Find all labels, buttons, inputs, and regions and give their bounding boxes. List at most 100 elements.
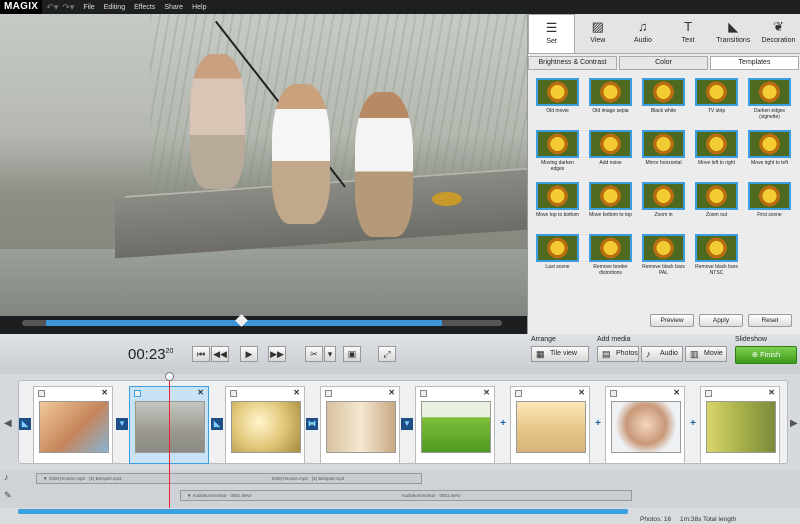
close-icon[interactable]: ✕: [388, 388, 395, 397]
template-item[interactable]: Darken edges (vignette): [746, 78, 793, 130]
clip-checkbox[interactable]: [705, 390, 712, 397]
clip-checkbox[interactable]: [610, 390, 617, 397]
clip-checkbox[interactable]: [38, 390, 45, 397]
close-icon[interactable]: ✕: [768, 388, 775, 397]
snapshot-icon[interactable]: ▣: [343, 346, 361, 362]
play-button[interactable]: ▶: [240, 346, 258, 362]
timecode-frames: 20: [165, 348, 174, 355]
template-item[interactable]: Old image sepia: [587, 78, 634, 130]
template-item[interactable]: Move bottom to top: [587, 182, 634, 234]
template-item[interactable]: Move right to left: [746, 130, 793, 182]
storyboard-clip[interactable]: ✕: [33, 386, 113, 464]
template-label: Move left to right: [698, 160, 735, 166]
rewind-button[interactable]: ◀◀: [211, 346, 229, 362]
clip-checkbox[interactable]: [230, 390, 237, 397]
template-label: Mirror horizontal: [645, 160, 682, 166]
storyboard-clip[interactable]: ✕: [415, 386, 495, 464]
storyboard-clip[interactable]: ✕: [605, 386, 685, 464]
undo-icon[interactable]: ↶▾: [46, 2, 58, 13]
subtab-templates[interactable]: Templates: [710, 56, 799, 70]
fullscreen-icon[interactable]: ⤢: [378, 346, 396, 362]
audio-clip-commentary-label-2: Audiokommentar · 0001.WAV: [401, 493, 461, 498]
transition-icon[interactable]: ▼: [401, 418, 413, 430]
menu-share[interactable]: Share: [164, 4, 183, 11]
add-movie-button[interactable]: ▥ Movie: [685, 346, 727, 362]
apply-button[interactable]: Apply: [699, 314, 743, 327]
timeline-scrollbar[interactable]: [18, 509, 628, 514]
menu-effects[interactable]: Effects: [134, 4, 155, 11]
add-audio-button[interactable]: ♪ Audio: [641, 346, 683, 362]
transition-icon[interactable]: ⧓: [306, 418, 318, 430]
audio-clip-commentary[interactable]: ▼ Audiokommentar · 0001.WAV Audiokommenta…: [180, 490, 632, 501]
subtab-brightness-contrast[interactable]: Brightness & Contrast: [528, 56, 617, 70]
audio-clip-music[interactable]: ▼ SOE(Hmovie.mp3 · (€) Beispiel.mp3 SOE(H…: [36, 473, 422, 484]
menu-file[interactable]: File: [83, 4, 94, 11]
transition-icon[interactable]: ◣: [19, 418, 31, 430]
redo-icon[interactable]: ↷▾: [62, 2, 74, 13]
add-transition-icon[interactable]: +: [592, 418, 604, 430]
template-item[interactable]: Last scene: [534, 234, 581, 286]
close-icon[interactable]: ✕: [483, 388, 490, 397]
scroll-right-icon[interactable]: ▶: [790, 418, 798, 429]
clip-checkbox[interactable]: [515, 390, 522, 397]
close-icon[interactable]: ✕: [101, 388, 108, 397]
template-item[interactable]: First scene: [746, 182, 793, 234]
template-item[interactable]: Remove black bars NTSC: [693, 234, 740, 286]
finish-button[interactable]: ⊕ Finish: [735, 346, 797, 364]
fast-forward-button[interactable]: ▶▶: [268, 346, 286, 362]
timecode-main: 00:23: [128, 346, 166, 363]
template-item[interactable]: Add noise: [587, 130, 634, 182]
template-thumbnail: [642, 182, 685, 210]
template-item[interactable]: Black white: [640, 78, 687, 130]
menu-help[interactable]: Help: [192, 4, 206, 11]
add-transition-icon[interactable]: +: [687, 418, 699, 430]
tab-decoration[interactable]: ❦ Decoration: [756, 14, 800, 53]
storyboard-clip[interactable]: ✕: [320, 386, 400, 464]
close-icon[interactable]: ✕: [578, 388, 585, 397]
tab-transitions[interactable]: ◣ Transitions: [711, 14, 756, 53]
playhead-line[interactable]: [169, 374, 170, 514]
playhead-handle[interactable]: [165, 372, 174, 381]
template-item[interactable]: Old movie: [534, 78, 581, 130]
photos-icon: ▤: [602, 349, 611, 359]
add-transition-icon[interactable]: +: [497, 418, 509, 430]
video-preview[interactable]: [0, 14, 527, 316]
subtab-color[interactable]: Color: [619, 56, 708, 70]
close-icon[interactable]: ✕: [293, 388, 300, 397]
add-photos-button[interactable]: ▤ Photos: [597, 346, 639, 362]
scroll-left-icon[interactable]: ◀: [4, 418, 12, 429]
close-icon[interactable]: ✕: [197, 388, 204, 397]
storyboard-clip[interactable]: ✕: [700, 386, 780, 464]
tile-view-button[interactable]: ▦ Tile view: [531, 346, 589, 362]
template-item[interactable]: Moving darken edges: [534, 130, 581, 182]
tab-view[interactable]: ▨ View: [575, 14, 620, 53]
reset-button[interactable]: Reset: [748, 314, 792, 327]
template-item[interactable]: TV strip: [693, 78, 740, 130]
cut-scissors-icon[interactable]: ✂: [305, 346, 323, 362]
transition-icon[interactable]: ◣: [211, 418, 223, 430]
template-label: Remove border distortions: [593, 264, 628, 276]
template-item[interactable]: Mirror horizontal: [640, 130, 687, 182]
skip-start-button[interactable]: ⏮: [192, 346, 210, 362]
clip-checkbox[interactable]: [420, 390, 427, 397]
preview-button[interactable]: Preview: [650, 314, 694, 327]
menu-editing[interactable]: Editing: [104, 4, 125, 11]
clip-checkbox[interactable]: [325, 390, 332, 397]
tab-audio[interactable]: ♫ Audio: [620, 14, 665, 53]
template-item[interactable]: Zoom out: [693, 182, 740, 234]
template-label: Add noise: [599, 160, 622, 166]
template-item[interactable]: Move left to right: [693, 130, 740, 182]
cut-dropdown-icon[interactable]: ▾: [324, 346, 336, 362]
storyboard-clip[interactable]: ✕: [225, 386, 305, 464]
tab-text[interactable]: T Text: [666, 14, 711, 53]
clip-checkbox[interactable]: [134, 390, 141, 397]
template-item[interactable]: Zoom in: [640, 182, 687, 234]
template-item[interactable]: Remove border distortions: [587, 234, 634, 286]
storyboard-clip[interactable]: ✕: [510, 386, 590, 464]
close-icon[interactable]: ✕: [673, 388, 680, 397]
transition-icon[interactable]: ▼: [116, 418, 128, 430]
clip-thumbnail: [706, 401, 776, 453]
template-item[interactable]: Remove black bars PAL: [640, 234, 687, 286]
template-item[interactable]: Move top to bottom: [534, 182, 581, 234]
tab-set[interactable]: ☰ Set: [528, 14, 576, 53]
